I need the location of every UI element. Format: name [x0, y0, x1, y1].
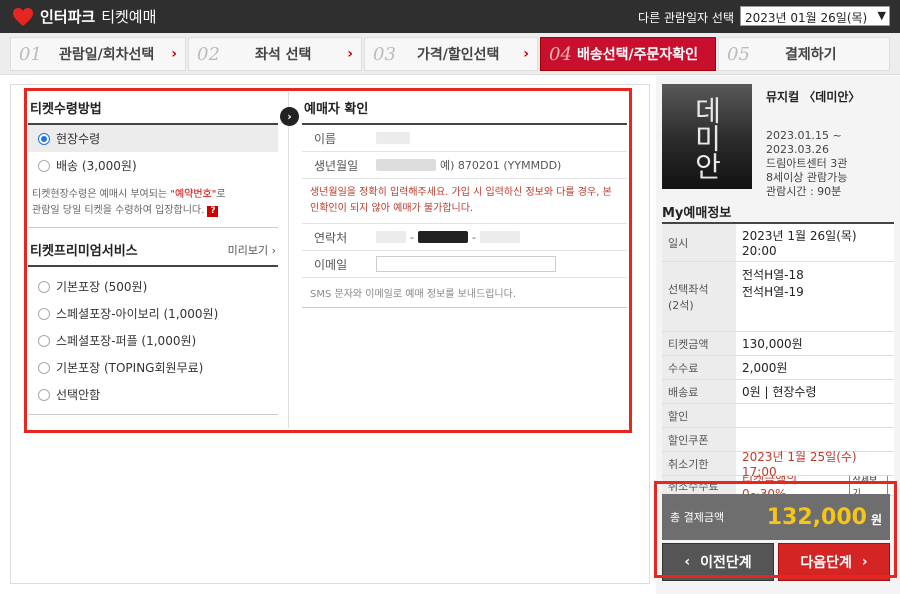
heart-icon [13, 7, 33, 26]
step-5[interactable]: 05 결제하기 [718, 37, 890, 71]
show-venue: 드림아트센터 3관 [766, 157, 848, 170]
info-row-delivery: 배송료 0원 | 현장수령 [662, 380, 894, 404]
chevron-down-icon: ▼ [877, 9, 886, 22]
show-period-start: 2023.01.15 ~ [766, 129, 842, 142]
show-title: 뮤지컬 〈데미안〉 [766, 90, 861, 104]
info-row-cancel-deadline: 취소기한 2023년 1월 25일(수) 17:00 [662, 450, 894, 479]
info-key: 수수료 [662, 356, 736, 379]
date-label: 다른 관람일자 선택 [638, 11, 734, 25]
info-value: 0원 | 현장수령 [736, 380, 894, 403]
info-value: 2,000원 [736, 356, 894, 379]
chevron-right-icon: › [347, 46, 353, 62]
step-5-num: 05 [727, 43, 750, 65]
brand-sub: 티켓예매 [101, 8, 157, 26]
info-key: 할인쿠폰 [662, 428, 736, 451]
show-age: 8세이상 관람가능 [766, 171, 848, 184]
step-4[interactable]: 04 배송선택/주문자확인 [540, 37, 716, 71]
info-key: 일시 [662, 224, 736, 261]
step-5-label: 결제하기 [785, 47, 837, 63]
info-row-ticket-price: 티켓금액 130,000원 [662, 332, 894, 356]
highlight-box [24, 88, 632, 433]
brand-name: 인터파크 [40, 8, 96, 26]
top-bar: 인터파크 티켓예매 다른 관람일자 선택 2023년 01월 26일(목) ▼ [0, 0, 900, 33]
chevron-right-icon: › [171, 46, 177, 62]
show-period-end: 2023.03.26 [766, 143, 829, 156]
my-info-title: My예매정보 [662, 206, 732, 221]
show-runtime: 관람시간 : 90분 [766, 185, 842, 198]
info-row-fee: 수수료 2,000원 [662, 356, 894, 380]
step-3[interactable]: 03 가격/할인선택 › [364, 37, 538, 71]
info-row-datetime: 일시 2023년 1월 26일(목) 20:00 [662, 224, 894, 262]
step-1[interactable]: 01 관람일/회차선택 › [10, 37, 186, 71]
date-select[interactable]: 2023년 01월 26일(목) ▼ [740, 6, 890, 26]
logo[interactable]: 인터파크 티켓예매 [12, 6, 156, 27]
info-key: 취소기한 [662, 452, 736, 475]
show-poster: 데미안 [662, 84, 752, 189]
info-value: 2023년 1월 26일(목) 20:00 [736, 224, 894, 261]
poster-title: 데미안 [690, 96, 723, 180]
step-1-num: 01 [19, 43, 42, 65]
step-4-label: 배송선택/주문자확인 [577, 47, 699, 63]
info-value: 130,000원 [736, 332, 894, 355]
date-select-value: 2023년 01월 26일(목) [745, 11, 868, 25]
step-nav: 01 관람일/회차선택 › 02 좌석 선택 › 03 가격/할인선택 › 04… [0, 33, 900, 75]
info-row-seats: 선택좌석 (2석) 전석H열-18 전석H열-19 [662, 262, 894, 332]
info-key: 배송료 [662, 380, 736, 403]
info-value [736, 404, 894, 427]
info-value: 전석H열-18 전석H열-19 [736, 262, 894, 331]
step-3-num: 03 [373, 43, 396, 65]
info-value: 2023년 1월 25일(수) 17:00 [736, 450, 894, 479]
chevron-right-icon: › [523, 46, 529, 62]
highlight-box-summary [654, 481, 897, 578]
step-4-num: 04 [549, 43, 572, 65]
step-2[interactable]: 02 좌석 선택 › [188, 37, 362, 71]
info-key: 선택좌석 (2석) [662, 262, 736, 331]
step-3-label: 가격/할인선택 [417, 47, 500, 63]
info-key: 티켓금액 [662, 332, 736, 355]
my-info-table: 일시 2023년 1월 26일(목) 20:00 선택좌석 (2석) 전석H열-… [662, 222, 894, 496]
show-info: 2023.01.15 ~ 2023.03.26 드림아트센터 3관 8세이상 관… [766, 129, 847, 199]
step-1-label: 관람일/회차선택 [59, 47, 155, 63]
step-2-num: 02 [197, 43, 220, 65]
step-2-label: 좌석 선택 [255, 47, 312, 63]
info-row-discount: 할인 [662, 404, 894, 428]
info-key: 할인 [662, 404, 736, 427]
